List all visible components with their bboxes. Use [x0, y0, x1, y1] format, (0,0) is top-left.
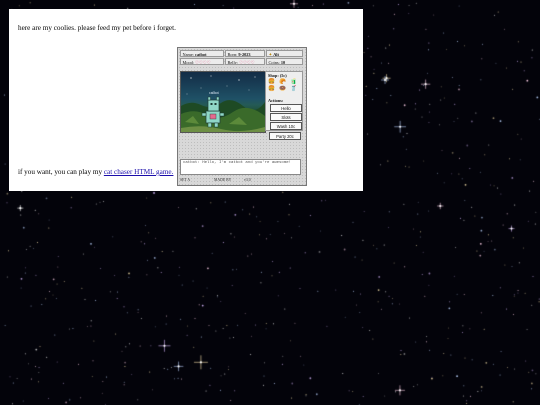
actions-title: Actions:	[268, 98, 284, 103]
cat-chaser-game-link[interactable]: cat chaser HTML game.	[104, 168, 174, 176]
pet-chat-box: catbot: Hello, I'm catbot and you're awe…	[180, 159, 301, 175]
pet-belly-stat: Belly: ♡♡♡♡	[225, 58, 265, 65]
content-panel: here are my coolies. please feed my pet …	[9, 9, 363, 191]
pet-widget: Name: catbot Born: 9-2023 ✦ Alt Mood: ♡♡…	[177, 47, 307, 186]
pet-mood-stat: Mood: ♡♡♡♡	[180, 58, 224, 65]
shop-title: Shop: (5c)	[268, 73, 287, 78]
belly-hearts: ♡♡♡♡	[239, 60, 255, 65]
wash-button[interactable]: Wash 10c	[270, 122, 302, 130]
pet-born-stat: Born: 9-2023	[225, 50, 265, 57]
pet-scene[interactable]: catbot	[180, 71, 266, 133]
outro-text: if you want, you can play my cat chaser …	[18, 168, 174, 176]
food-soda-icon[interactable]: 🥤	[290, 86, 297, 92]
mood-hearts: ♡♡♡♡	[195, 60, 211, 65]
pet-status-stat: ✦ Alt	[266, 50, 303, 57]
shop-panel: Shop: (5c) 🍔 🥐 🧃 🍔 🍩 🥤 Actions: Hello Sl…	[265, 71, 303, 131]
pet-coins-stat: Coins: 10	[266, 58, 303, 65]
scene-pet-name: catbot	[209, 90, 220, 95]
pet-name-stat: Name: catbot	[180, 50, 224, 57]
slots-button[interactable]: Slots	[270, 113, 302, 121]
widget-footer: SET A MADE BY v3.0	[180, 178, 251, 182]
hello-button[interactable]: Hello	[270, 104, 302, 112]
pet-name: catbot	[195, 52, 207, 57]
pet-scene-art: catbot	[181, 75, 265, 132]
star-icon: ✦	[268, 52, 273, 57]
food-donut-icon[interactable]: 🍩	[279, 86, 286, 92]
food-croissant-icon[interactable]: 🥐	[279, 79, 286, 85]
food-drink-icon[interactable]: 🧃	[290, 79, 297, 85]
food-burger-icon[interactable]: 🍔	[268, 79, 275, 85]
food-burger-2-icon[interactable]: 🍔	[268, 86, 275, 92]
intro-text: here are my coolies. please feed my pet …	[18, 24, 176, 32]
party-button[interactable]: Party 20c	[269, 132, 301, 140]
